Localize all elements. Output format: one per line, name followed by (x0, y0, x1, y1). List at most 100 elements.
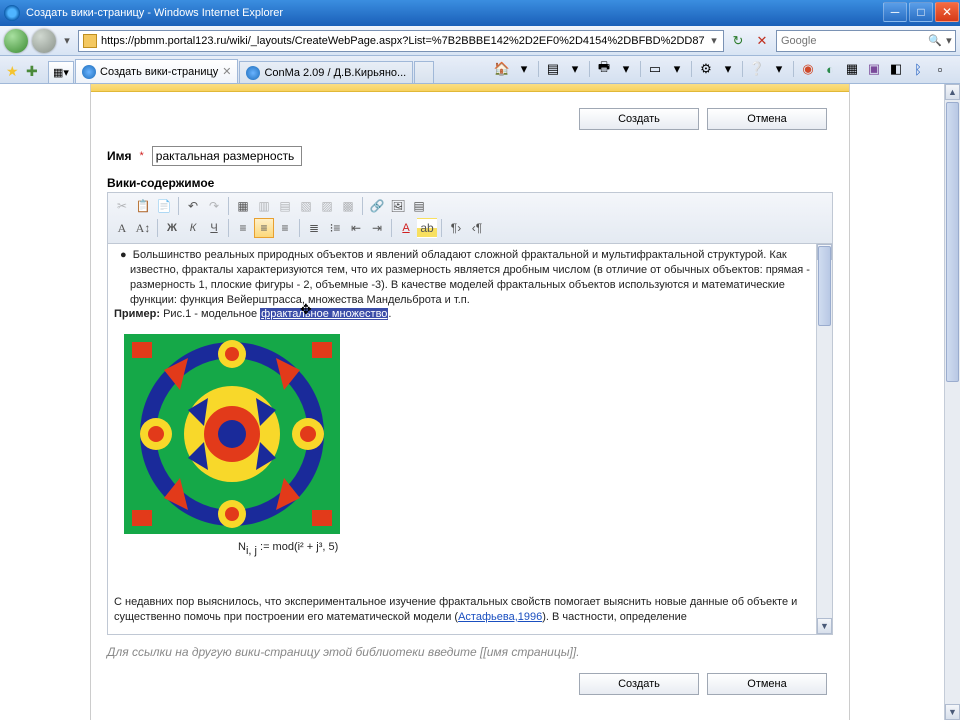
redo-button[interactable]: ↷ (204, 196, 224, 216)
rich-editor: ✂ 📋 📄 ↶ ↷ ▦ ▥ ▤ ▧ ▨ ▩ (107, 192, 833, 635)
separator (691, 61, 692, 77)
bluetooth-icon[interactable]: ᛒ (908, 59, 928, 79)
scroll-down-icon[interactable]: ▼ (945, 704, 960, 720)
bold-button[interactable]: Ж (162, 218, 182, 238)
separator (441, 219, 442, 237)
separator (157, 219, 158, 237)
example-label: Пример: (114, 308, 160, 320)
rtl-button[interactable]: ‹¶ (467, 218, 487, 238)
table-btn-3[interactable]: ▤ (275, 196, 295, 216)
table-btn-4[interactable]: ▧ (296, 196, 316, 216)
help-icon[interactable]: ❔ (747, 59, 767, 79)
tab-favicon (82, 65, 96, 79)
paragraph-2a: С недавних пор выяснилось, что экспериме… (114, 596, 797, 623)
bullet-list-button[interactable]: ⁝≡ (325, 218, 345, 238)
search-drop[interactable]: ▾ (943, 34, 955, 47)
name-label: Имя (107, 149, 132, 163)
separator (391, 219, 392, 237)
align-right-button[interactable]: ≡ (275, 218, 295, 238)
ext-icon-5[interactable]: ◧ (886, 59, 906, 79)
new-tab-button[interactable] (414, 61, 434, 83)
chevron-down-icon[interactable]: ▾ (514, 59, 534, 79)
insert-link-button[interactable]: 🔗 (367, 196, 387, 216)
separator (228, 197, 229, 215)
cancel-button-top[interactable]: Отмена (707, 108, 827, 130)
search-button[interactable]: 🔍 (927, 34, 943, 47)
editor-body[interactable]: ● Большинство реальных природных объекто… (108, 244, 832, 634)
close-button[interactable]: ✕ (935, 2, 959, 22)
stop-button[interactable]: ✕ (752, 31, 772, 51)
html-source-button[interactable]: ▤ (409, 196, 429, 216)
tab-inactive[interactable]: ConMa 2.09 / Д.В.Кирьяно... (239, 61, 413, 83)
add-favorite-icon[interactable]: ✚ (26, 63, 42, 79)
table-btn-2[interactable]: ▥ (254, 196, 274, 216)
favorites-icon[interactable]: ★ (6, 63, 22, 79)
scroll-up-icon[interactable]: ▲ (945, 84, 960, 100)
page-icon[interactable]: ▭ (645, 59, 665, 79)
wiki-content-label: Вики-содержимое (107, 176, 833, 190)
underline-button[interactable]: Ч (204, 218, 224, 238)
copy-button[interactable]: 📋 (133, 196, 153, 216)
forward-button[interactable] (32, 29, 56, 53)
scroll-down-icon[interactable]: ▼ (817, 618, 832, 634)
italic-button[interactable]: К (183, 218, 203, 238)
minimize-button[interactable]: ─ (883, 2, 907, 22)
tab-active[interactable]: Создать вики-страницу ✕ (75, 59, 238, 83)
ext-icon-1[interactable]: ◉ (798, 59, 818, 79)
tab-close-icon[interactable]: ✕ (222, 65, 231, 78)
search-input[interactable] (777, 35, 927, 47)
search-bar[interactable]: 🔍 ▾ (776, 30, 956, 52)
font-family-button[interactable]: A (112, 218, 132, 238)
nav-history-drop[interactable]: ▾ (60, 29, 74, 53)
url-drop-icon[interactable]: ▾ (707, 34, 721, 47)
create-button-top[interactable]: Создать (579, 108, 699, 130)
print-icon[interactable]: 🖶 (594, 59, 614, 79)
insert-image-button[interactable]: 🖼 (388, 196, 408, 216)
ext-icon-3[interactable]: ▦ (842, 59, 862, 79)
cut-button[interactable]: ✂ (112, 196, 132, 216)
back-button[interactable] (4, 29, 28, 53)
chevron-down-icon[interactable]: ▾ (616, 59, 636, 79)
maximize-button[interactable]: □ (909, 2, 933, 22)
quick-tabs-button[interactable]: ▦▾ (48, 61, 74, 83)
required-asterisk: * (140, 150, 144, 162)
url-input[interactable] (99, 35, 707, 47)
outdent-button[interactable]: ⇤ (346, 218, 366, 238)
address-bar[interactable]: ▾ (78, 30, 724, 52)
scroll-thumb[interactable] (946, 102, 959, 382)
paragraph-2b: ). В частности, определение (542, 611, 687, 623)
highlight-button[interactable]: ab (417, 218, 437, 238)
cancel-button-bottom[interactable]: Отмена (707, 673, 827, 695)
chevron-down-icon[interactable]: ▾ (718, 59, 738, 79)
ext-icon-2[interactable]: ◐ (820, 59, 840, 79)
undo-button[interactable]: ↶ (183, 196, 203, 216)
feed-icon[interactable]: ▤ (543, 59, 563, 79)
ltr-button[interactable]: ¶› (446, 218, 466, 238)
reference-link[interactable]: Астафьева,1996 (458, 611, 542, 623)
home-icon[interactable]: 🏠 (492, 59, 512, 79)
chevron-down-icon[interactable]: ▾ (769, 59, 789, 79)
ext-icon-6[interactable]: ▫ (930, 59, 950, 79)
chevron-down-icon[interactable]: ▾ (667, 59, 687, 79)
tools-icon[interactable]: ⚙ (696, 59, 716, 79)
page-heading-strip (91, 84, 849, 92)
table-btn-6[interactable]: ▩ (338, 196, 358, 216)
editor-scrollbar[interactable]: ▲ ▼ (816, 244, 832, 634)
indent-button[interactable]: ⇥ (367, 218, 387, 238)
align-center-button[interactable]: ≡ (254, 218, 274, 238)
fractal-image (124, 334, 340, 534)
table-btn-5[interactable]: ▨ (317, 196, 337, 216)
font-color-button[interactable]: A (396, 218, 416, 238)
create-button-bottom[interactable]: Создать (579, 673, 699, 695)
numbered-list-button[interactable]: ≣ (304, 218, 324, 238)
insert-table-button[interactable]: ▦ (233, 196, 253, 216)
refresh-button[interactable]: ↻ (728, 31, 748, 51)
paste-button[interactable]: 📄 (154, 196, 174, 216)
name-input[interactable] (152, 146, 302, 166)
align-left-button[interactable]: ≡ (233, 218, 253, 238)
font-size-button[interactable]: A↕ (133, 218, 153, 238)
ext-icon-4[interactable]: ▣ (864, 59, 884, 79)
page-scrollbar[interactable]: ▲ ▼ (944, 84, 960, 720)
chevron-down-icon[interactable]: ▾ (565, 59, 585, 79)
scroll-thumb[interactable] (818, 246, 831, 326)
